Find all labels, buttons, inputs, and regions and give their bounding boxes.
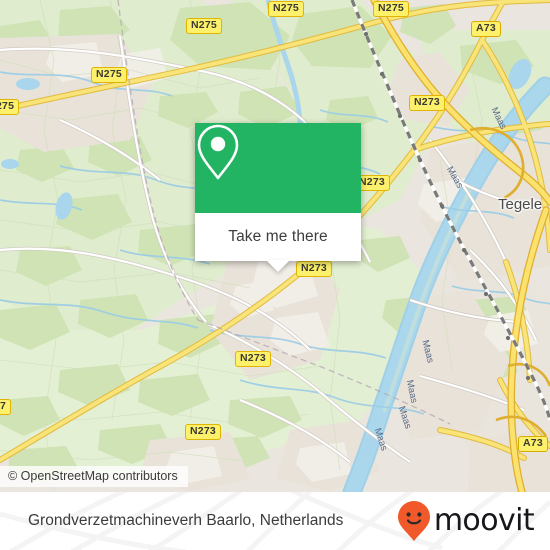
road-shield-n275-clipped: 275 [0,99,20,115]
map-screenshot: Tegele Maas Maas Maas Maas Maas Maas N27… [0,0,550,550]
road-shield-n275: N275 [186,18,222,34]
road-shield-a73: A73 [518,436,548,452]
moovit-pin-smile-icon [397,501,430,541]
road-shield-n275: N275 [268,1,304,17]
road-shield-n275: N275 [373,1,409,17]
osm-attribution[interactable]: © OpenStreetMap contributors [0,466,188,487]
road-shield-n273: N273 [296,261,332,277]
road-shield-n275: N275 [91,67,127,83]
moovit-logo[interactable]: moovit [397,500,535,542]
popup-icon-area [195,123,361,213]
take-me-there-label: Take me there [228,228,328,245]
road-shield-a73: A73 [471,21,501,37]
location-title: Grondverzetmachineverh Baarlo, Netherlan… [28,512,344,529]
road-shield-n273: N273 [409,95,445,111]
take-me-there-button[interactable]: Take me there [195,213,361,272]
map-pin-icon [197,124,239,180]
location-popup-card[interactable]: Take me there [195,123,361,272]
footer-bar: Grondverzetmachineverh Baarlo, Netherlan… [0,492,550,550]
place-label-tegelen: Tegele [498,196,543,213]
moovit-wordmark: moovit [433,503,535,538]
map-canvas[interactable]: Tegele Maas Maas Maas Maas Maas Maas N27… [0,0,550,492]
popup-pointer-arrow [266,260,290,272]
road-shield-n273: N273 [235,351,271,367]
road-shield-n277-clipped: 77 [0,399,12,415]
road-shield-n273: N273 [185,424,221,440]
